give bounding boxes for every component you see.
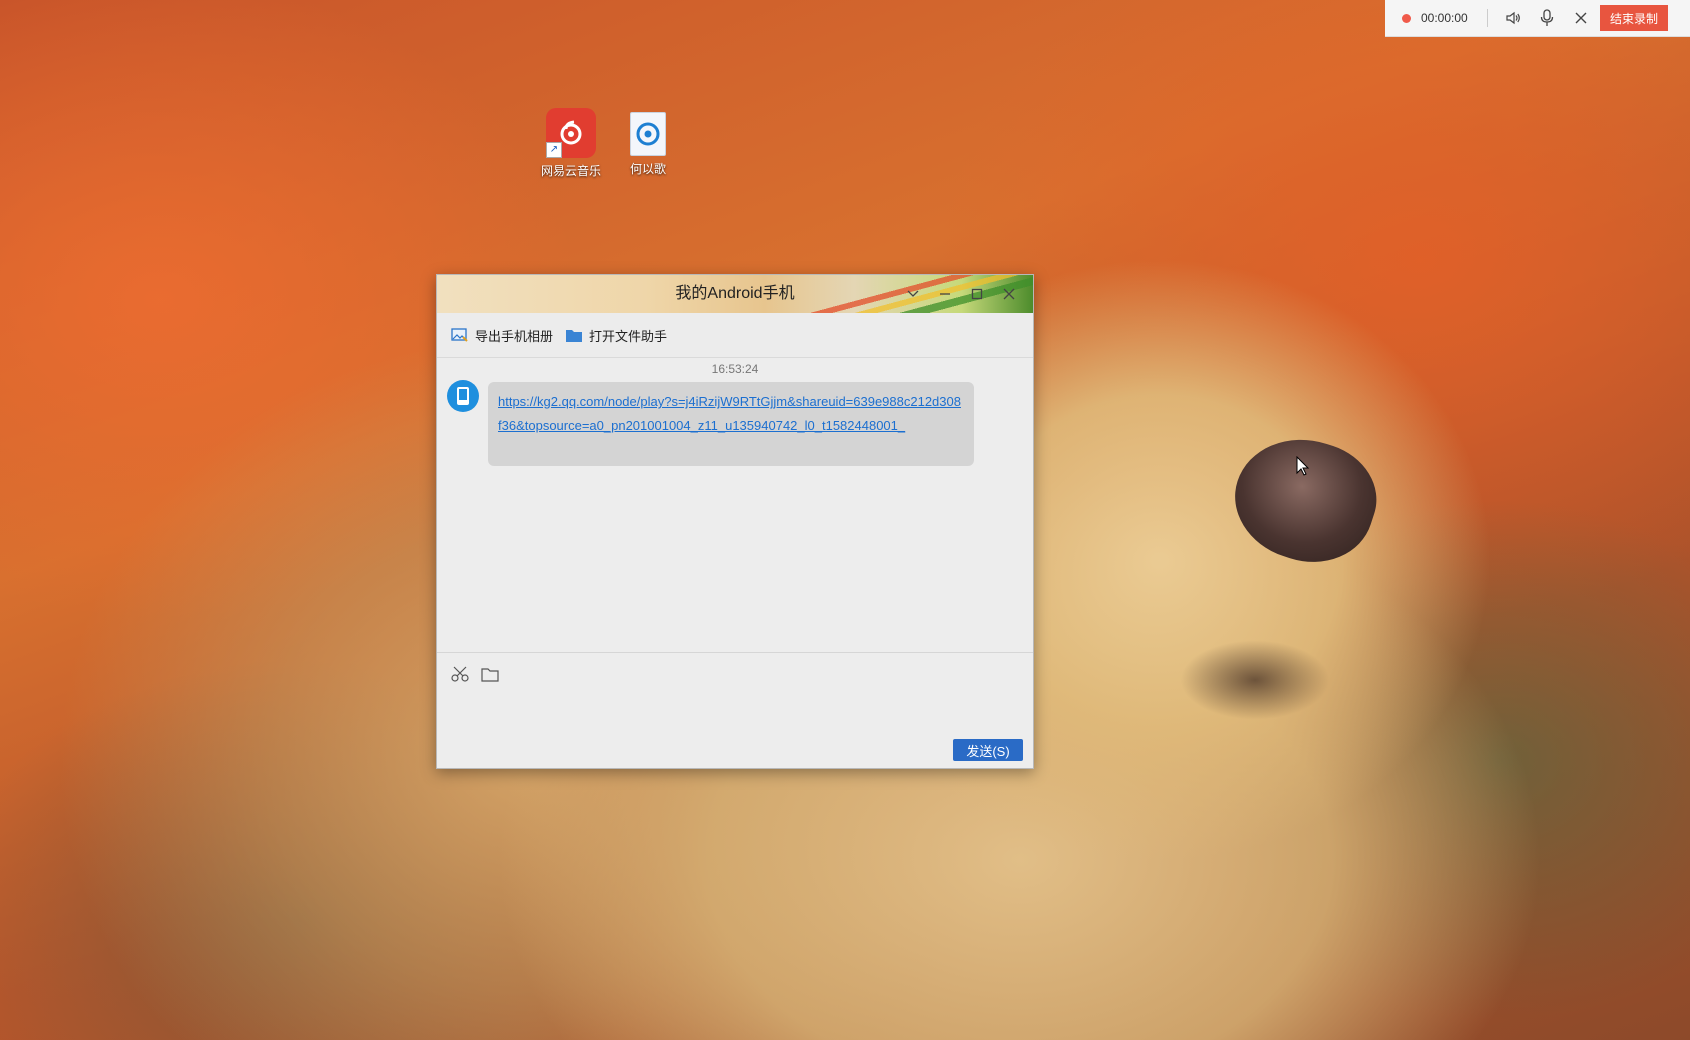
export-album-label: 导出手机相册: [475, 328, 554, 344]
close-icon[interactable]: [1564, 0, 1598, 36]
end-recording-button[interactable]: 结束录制: [1600, 5, 1668, 31]
desktop-icon-netease-music[interactable]: ↗ 网易云音乐: [531, 108, 611, 179]
composer-tools: [437, 653, 1033, 685]
desktop-wallpaper: ↗ 网易云音乐 何以歌 00:00:00 结束录制 我的Android手机 导出…: [0, 0, 1690, 1040]
desktop-icon-label: 何以歌: [629, 162, 666, 176]
message-bubble: https://kg2.qq.com/node/play?s=j4iRzijW9…: [488, 382, 974, 466]
shortcut-arrow-icon: ↗: [546, 142, 562, 158]
wallpaper-dog-nose: [1219, 421, 1391, 579]
wallpaper-dog-mouth: [1180, 640, 1330, 720]
music-file-icon: [630, 112, 666, 156]
folder-icon: [565, 328, 583, 343]
desktop-icon-label: 网易云音乐: [540, 164, 601, 178]
folder-icon[interactable]: [481, 663, 511, 685]
window-controls: [897, 275, 1025, 313]
chat-message-area[interactable]: 16:53:24 https://kg2.qq.com/node/play?s=…: [437, 358, 1033, 652]
divider: [1487, 9, 1488, 27]
window-toolbar: 导出手机相册 打开文件助手: [437, 313, 1033, 358]
chevron-down-icon[interactable]: [897, 275, 929, 313]
microphone-icon[interactable]: [1530, 0, 1564, 36]
netease-cloud-music-icon: ↗: [546, 108, 596, 158]
maximize-icon[interactable]: [961, 275, 993, 313]
speaker-icon[interactable]: [1496, 0, 1530, 36]
recording-timer: 00:00:00: [1421, 11, 1468, 25]
screen-recorder-bar: 00:00:00 结束录制: [1385, 0, 1690, 37]
minimize-icon[interactable]: [929, 275, 961, 313]
message-link[interactable]: https://kg2.qq.com/node/play?s=j4iRzijW9…: [498, 390, 964, 438]
send-button[interactable]: 发送(S): [953, 739, 1023, 761]
desktop-icon-music-file[interactable]: 何以歌: [608, 108, 688, 177]
phone-avatar-icon[interactable]: [447, 380, 479, 412]
window-titlebar[interactable]: 我的Android手机: [437, 275, 1033, 313]
message-timestamp: 16:53:24: [711, 362, 759, 376]
open-file-helper-button[interactable]: 打开文件助手: [565, 326, 667, 345]
message-composer[interactable]: 发送(S): [437, 652, 1033, 769]
mouse-cursor-icon: [1296, 455, 1310, 476]
record-indicator-icon: [1402, 13, 1411, 23]
open-file-helper-label: 打开文件助手: [589, 328, 668, 344]
phone-chat-window: 我的Android手机 导出手机相册 打开文件助手 16:53:24 https…: [436, 274, 1034, 769]
close-icon[interactable]: [993, 275, 1025, 313]
export-album-button[interactable]: 导出手机相册: [451, 326, 553, 345]
photo-album-icon: [451, 327, 469, 343]
scissors-icon[interactable]: [451, 663, 481, 685]
